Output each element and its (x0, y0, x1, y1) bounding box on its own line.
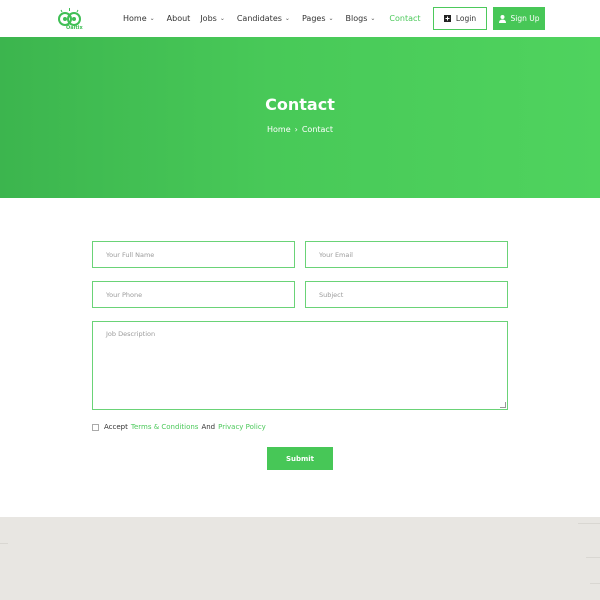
nav-label: Candidates (236, 13, 282, 23)
logo[interactable]: Oaltix (53, 7, 87, 32)
breadcrumb-home[interactable]: Home (267, 125, 291, 134)
nav-label: Home (123, 13, 147, 23)
login-icon (443, 15, 451, 22)
nav-item-jobs[interactable]: Jobs ⌄ (200, 12, 225, 24)
nav-item-about[interactable]: About (167, 12, 191, 24)
job-description-textarea[interactable]: Job Description (92, 321, 508, 410)
breadcrumb: Home › Contact (0, 125, 600, 134)
subject-placeholder: Subject (319, 290, 344, 299)
nav-label: About (166, 13, 191, 23)
chevron-right-icon: › (294, 125, 298, 134)
site-header: Oaltix Home ⌄ About Jobs ⌄ Candidates ⌄ … (0, 0, 600, 37)
chevron-down-icon: ⌄ (328, 14, 334, 22)
signup-label: Sign Up (510, 14, 540, 23)
and-text: And (201, 423, 216, 431)
phone-input[interactable]: Your Phone (92, 281, 295, 308)
nav-item-blogs[interactable]: Blogs ⌄ (346, 12, 376, 24)
map-road (578, 523, 600, 524)
nav-item-home[interactable]: Home ⌄ (123, 12, 155, 24)
login-button[interactable]: Login (433, 7, 487, 30)
full-name-placeholder: Your Full Name (106, 250, 155, 259)
privacy-link[interactable]: Privacy Policy (218, 423, 266, 431)
phone-placeholder: Your Phone (106, 290, 143, 299)
chevron-down-icon: ⌄ (370, 14, 376, 22)
full-name-input[interactable]: Your Full Name (92, 241, 295, 268)
main-nav: Home ⌄ About Jobs ⌄ Candidates ⌄ Pages ⌄… (123, 12, 421, 24)
accept-terms: Accept Terms & Conditions And Privacy Po… (92, 423, 266, 431)
terms-link[interactable]: Terms & Conditions (131, 423, 199, 431)
login-label: Login (455, 14, 477, 23)
map-road (590, 583, 600, 584)
submit-button[interactable]: Submit (267, 447, 333, 470)
nav-label: Jobs (200, 13, 217, 23)
resize-handle-icon[interactable] (500, 402, 506, 408)
accept-prefix: Accept (104, 423, 128, 431)
signup-button[interactable]: Sign Up (493, 7, 545, 30)
chevron-down-icon: ⌄ (284, 14, 290, 22)
nav-item-pages[interactable]: Pages ⌄ (302, 12, 334, 24)
chevron-down-icon: ⌄ (219, 14, 225, 22)
map-road (586, 557, 600, 558)
job-description-placeholder: Job Description (106, 330, 156, 338)
nav-label: Contact (389, 13, 421, 23)
email-input[interactable]: Your Email (305, 241, 508, 268)
map-area[interactable] (0, 517, 600, 600)
nav-item-candidates[interactable]: Candidates ⌄ (237, 12, 290, 24)
accept-checkbox[interactable] (92, 423, 99, 431)
chevron-down-icon: ⌄ (149, 14, 155, 22)
subject-input[interactable]: Subject (305, 281, 508, 308)
nav-label: Blogs (345, 13, 368, 23)
logo-text: Oaltix (66, 25, 83, 31)
nav-label: Pages (301, 13, 326, 23)
email-placeholder: Your Email (319, 250, 353, 259)
page-hero: Contact Home › Contact (0, 37, 600, 198)
nav-item-contact[interactable]: Contact (389, 12, 420, 24)
breadcrumb-current: Contact (301, 125, 333, 134)
page-title: Contact (265, 95, 335, 114)
user-icon (498, 15, 506, 23)
map-road (0, 543, 8, 544)
